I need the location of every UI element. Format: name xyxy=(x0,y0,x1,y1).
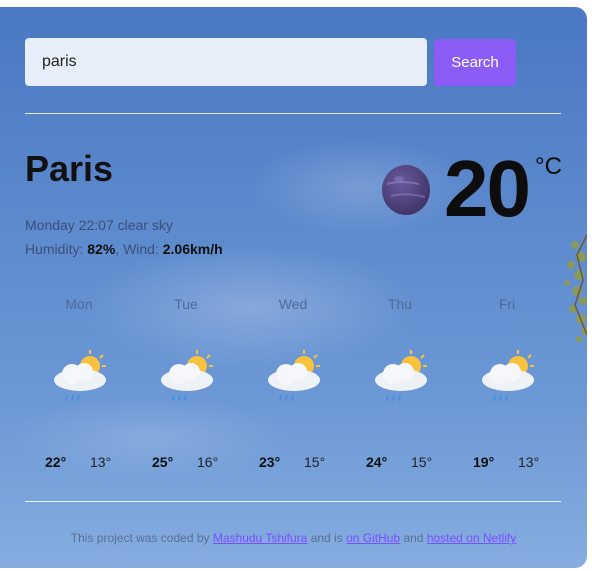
weather-details: Monday 22:07 clear sky Humidity: 82%, Wi… xyxy=(25,213,223,261)
partly-cloudy-rain-icon xyxy=(161,350,213,401)
footer-text: and is xyxy=(310,531,343,545)
forecast-high: 24° xyxy=(366,454,388,470)
author-link[interactable]: Mashudu Tshifura xyxy=(213,531,308,545)
forecast-day: Wed xyxy=(278,296,308,312)
city-name: Paris xyxy=(25,148,114,189)
temperature-unit: °C xyxy=(535,153,562,180)
humidity-wind-line: Humidity: 82%, Wind: 2.06km/h xyxy=(25,241,223,257)
datetime-description-line: Monday 22:07 clear sky xyxy=(25,213,223,237)
partly-cloudy-rain-icon xyxy=(375,350,427,401)
forecast-day: Thu xyxy=(387,296,413,312)
forecast-low: 16° xyxy=(197,454,219,470)
forecast-low: 15° xyxy=(411,454,433,470)
forecast-high: 19° xyxy=(473,454,495,470)
partly-cloudy-rain-icon xyxy=(268,350,320,401)
weather-description: clear sky xyxy=(117,217,173,233)
search-input[interactable] xyxy=(25,38,427,86)
footer-text: This project was coded by xyxy=(70,531,210,545)
divider-top xyxy=(25,113,561,114)
wind-label: Wind: xyxy=(123,241,159,257)
weather-card: Search Paris Monday 22:07 clear sky Humi… xyxy=(0,7,587,568)
tree-branch-image xyxy=(564,235,587,342)
forecast-day: Mon xyxy=(65,296,93,312)
footer-text: and xyxy=(403,531,424,545)
forecast-high: 22° xyxy=(45,454,67,470)
github-link[interactable]: on GitHub xyxy=(346,531,400,545)
partly-cloudy-rain-icon xyxy=(482,350,534,401)
current-temperature: 20 xyxy=(444,144,531,233)
moon-icon xyxy=(382,165,430,215)
search-button[interactable]: Search xyxy=(434,39,516,86)
forecast-high: 25° xyxy=(152,454,174,470)
humidity-label: Humidity: xyxy=(25,241,84,257)
forecast-high: 23° xyxy=(259,454,281,470)
wind-value: 2.06km/h xyxy=(162,241,223,257)
forecast-low: 15° xyxy=(304,454,326,470)
netlify-link[interactable]: hosted on Netlify xyxy=(427,531,516,545)
forecast-low: 13° xyxy=(518,454,540,470)
footer: This project was coded by Mashudu Tshifu… xyxy=(0,531,587,545)
partly-cloudy-rain-icon xyxy=(54,350,106,401)
humidity-value: 82% xyxy=(87,241,116,257)
divider-bottom xyxy=(25,501,561,502)
forecast-day: Fri xyxy=(498,296,516,312)
forecast-low: 13° xyxy=(90,454,112,470)
datetime: Monday 22:07 xyxy=(25,217,114,233)
forecast-day: Tue xyxy=(174,296,198,312)
